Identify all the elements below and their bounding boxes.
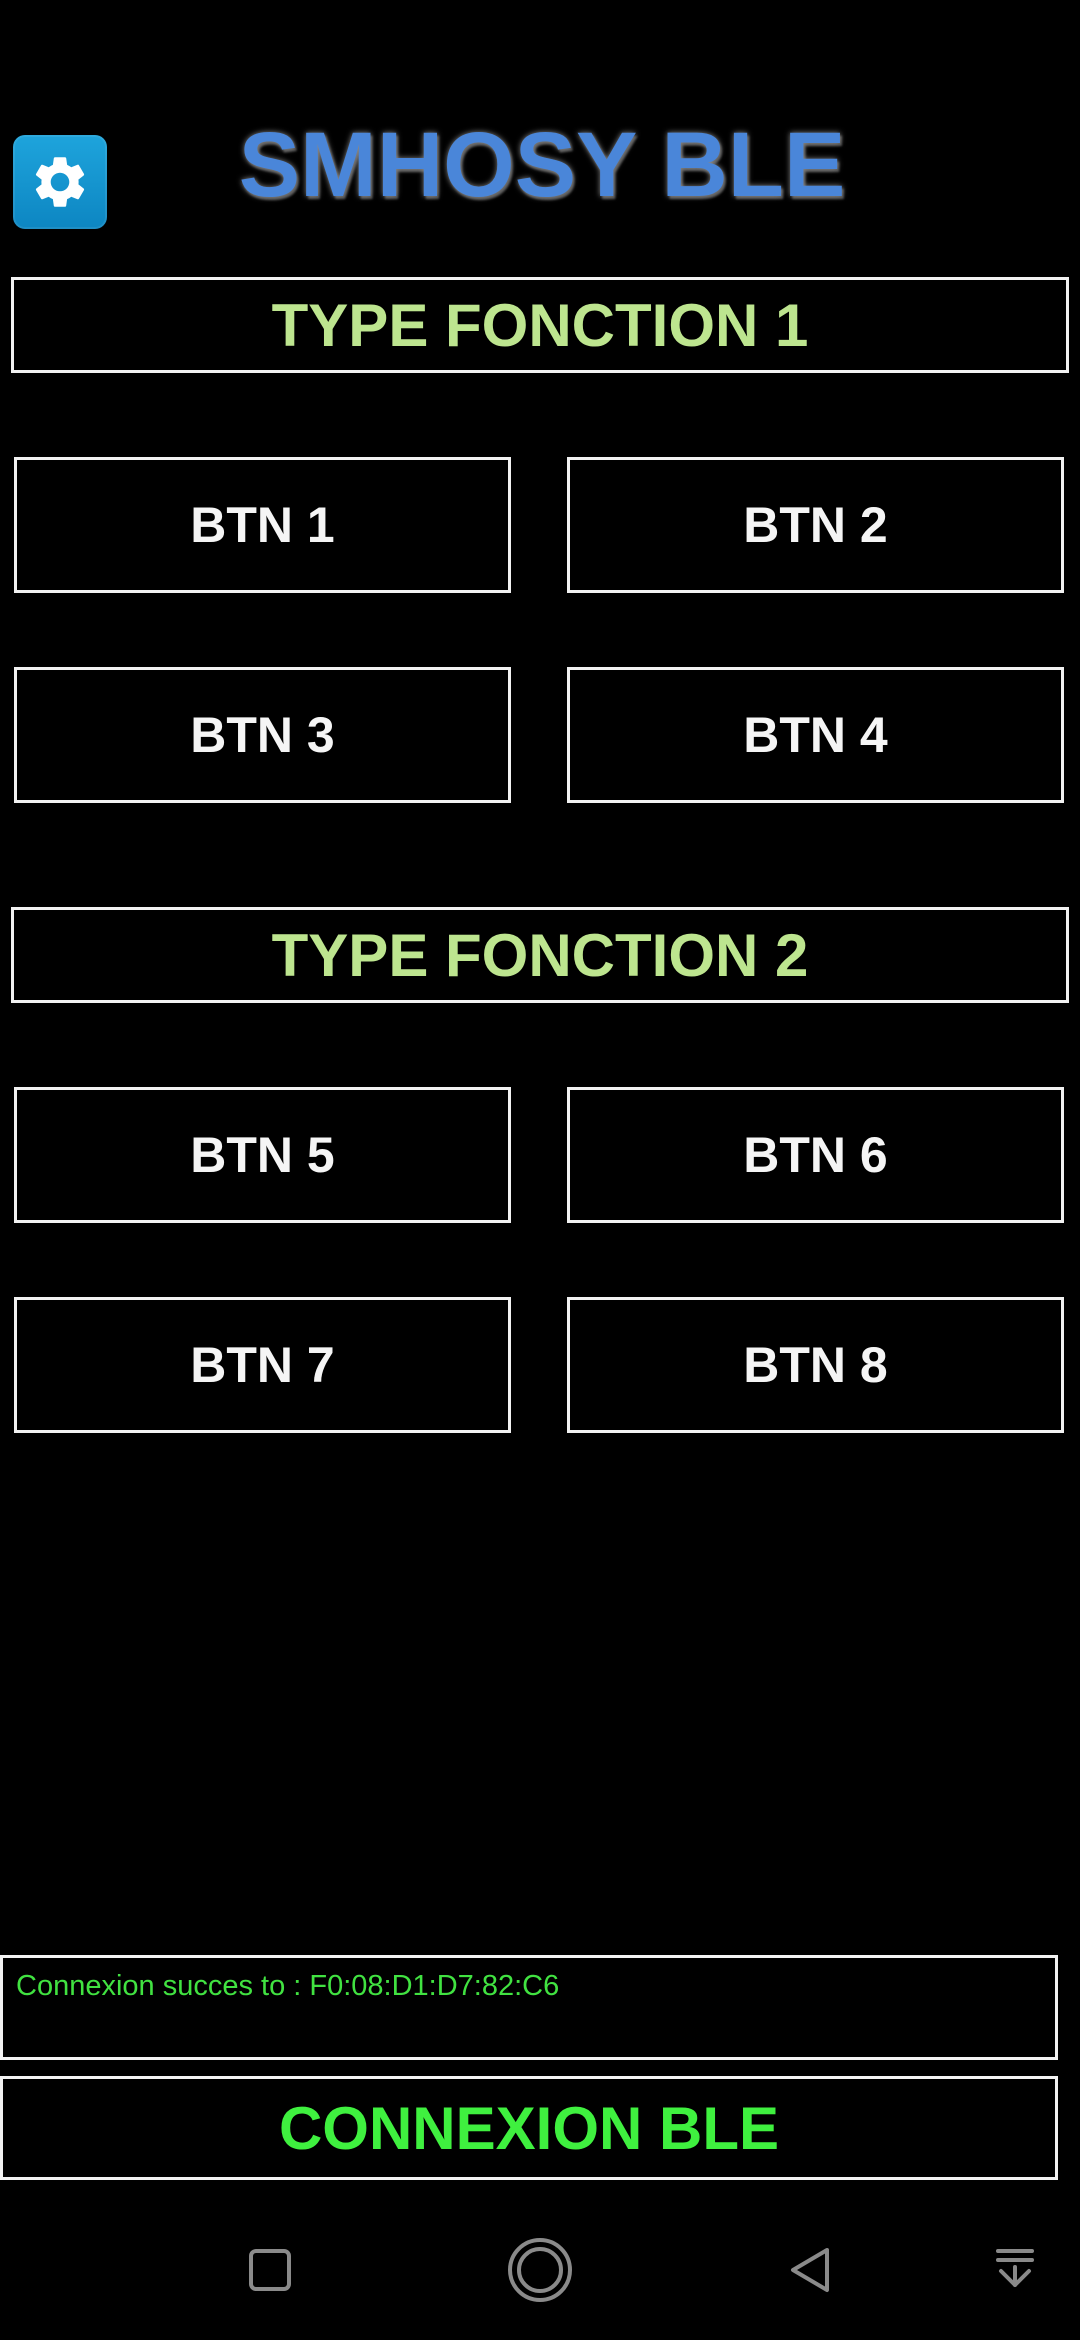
btn-6[interactable]: BTN 6: [567, 1087, 1064, 1223]
btn-3[interactable]: BTN 3: [14, 667, 511, 803]
app-title: SMHOSY BLE: [238, 114, 846, 216]
back-button[interactable]: [770, 2220, 850, 2320]
btn-1[interactable]: BTN 1: [14, 457, 511, 593]
btn-4[interactable]: BTN 4: [567, 667, 1064, 803]
notification-pull-icon: [995, 2247, 1035, 2293]
recents-square-icon: [248, 2248, 292, 2292]
section-header-type-fonction-1: TYPE FONCTION 1: [11, 277, 1069, 373]
btn-2[interactable]: BTN 2: [567, 457, 1064, 593]
status-text: Connexion succes to : F0:08:D1:D7:82:C6: [16, 1970, 560, 2002]
btn-7[interactable]: BTN 7: [14, 1297, 511, 1433]
section-header-type-fonction-2: TYPE FONCTION 2: [11, 907, 1069, 1003]
system-navigation-bar: [0, 2220, 1080, 2320]
recents-button[interactable]: [230, 2220, 310, 2320]
status-log: Connexion succes to : F0:08:D1:D7:82:C6: [0, 1955, 1058, 2060]
btn-8[interactable]: BTN 8: [567, 1297, 1064, 1433]
home-button[interactable]: [498, 2220, 582, 2320]
connexion-ble-button[interactable]: CONNEXION BLE: [0, 2076, 1058, 2180]
back-triangle-icon: [787, 2245, 833, 2295]
notification-pull-button[interactable]: [990, 2220, 1040, 2320]
btn-5[interactable]: BTN 5: [14, 1087, 511, 1223]
home-circle-icon: [506, 2236, 574, 2304]
